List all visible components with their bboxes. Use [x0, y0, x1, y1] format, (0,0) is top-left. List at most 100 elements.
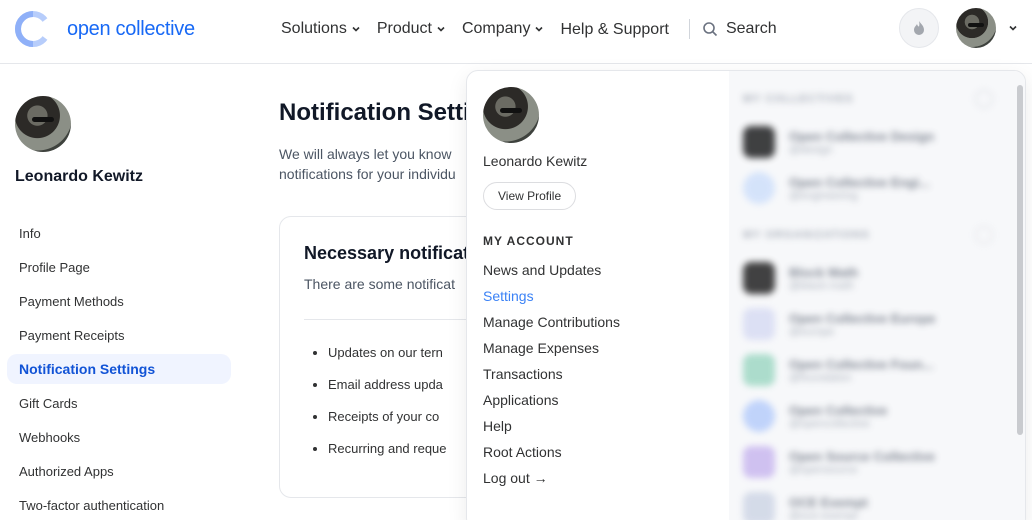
notifications-button[interactable]: [899, 8, 939, 48]
nav-solutions[interactable]: Solutions: [281, 20, 361, 38]
menu-item-help[interactable]: Help: [483, 413, 620, 439]
organization-slug: @opencollective: [789, 417, 870, 430]
collective-avatar-icon: [743, 126, 775, 158]
main-nav: Solutions Product Company Help & Support…: [281, 18, 777, 39]
chevron-down-icon: [535, 26, 544, 32]
sidebar-item-notification-settings[interactable]: Notification Settings: [7, 354, 231, 384]
menu-item-manage-contributions[interactable]: Manage Contributions: [483, 309, 620, 335]
organization-name: OCE Exempt: [789, 494, 868, 510]
sidebar-item-authorized-apps[interactable]: Authorized Apps: [7, 456, 231, 486]
collective-name: Open Collective Design: [789, 128, 935, 144]
card-description: There are some notificat: [304, 276, 455, 292]
organization-slug: @oce-exempt: [789, 509, 858, 520]
nav-product[interactable]: Product: [377, 20, 446, 38]
my-collectives-heading-label: MY COLLECTIVES: [743, 93, 854, 105]
card-title: Necessary notificat: [304, 243, 470, 263]
sidebar-item-payment-receipts[interactable]: Payment Receipts: [7, 320, 231, 350]
organization-slug: @foundation: [789, 371, 852, 384]
open-collective-logo-icon: [14, 10, 52, 48]
necessary-notifications-list: Updates on our tern Email address upda R…: [328, 345, 447, 473]
organization-slug: @black-math: [789, 279, 854, 292]
logo[interactable]: open collective: [14, 10, 195, 48]
user-menu-button[interactable]: [956, 8, 1018, 48]
menu-item-manage-expenses[interactable]: Manage Expenses: [483, 335, 620, 361]
blurred-collectives-list: MY COLLECTIVES Open Collective Design @d…: [743, 89, 993, 520]
organization-item[interactable]: Open Collective Foun... @foundation: [743, 347, 993, 393]
organization-slug: @opensource: [789, 463, 858, 476]
organization-slug: @europe: [789, 325, 835, 338]
collective-avatar-icon: [743, 172, 775, 204]
sidebar-item-profile-page[interactable]: Profile Page: [7, 252, 231, 282]
collectives-panel: MY COLLECTIVES Open Collective Design @d…: [729, 71, 1025, 520]
nav-company[interactable]: Company: [462, 20, 544, 38]
menu-item-news-updates[interactable]: News and Updates: [483, 257, 620, 283]
my-organizations-heading-label: MY ORGANIZATIONS: [743, 229, 870, 241]
organization-avatar-icon: [743, 308, 775, 340]
nav-solutions-label: Solutions: [281, 19, 347, 37]
profile-avatar: [15, 96, 71, 152]
organization-name: Open Source Collective: [789, 448, 935, 464]
menu-item-root-actions[interactable]: Root Actions: [483, 439, 620, 465]
organization-avatar-icon: [743, 492, 775, 520]
nav-product-label: Product: [376, 19, 432, 37]
dropdown-avatar: [483, 87, 539, 143]
collective-name: Open Collective Engi...: [789, 174, 930, 190]
collective-slug: @design: [789, 143, 833, 156]
list-item: Recurring and reque: [328, 441, 447, 473]
my-account-heading: MY ACCOUNT: [483, 234, 574, 248]
search-label: Search: [725, 19, 777, 37]
flame-icon: [914, 21, 924, 35]
list-item: Email address upda: [328, 377, 447, 409]
organization-item[interactable]: Open Collective @opencollective: [743, 393, 993, 439]
nav-company-label: Company: [461, 19, 531, 37]
collective-item[interactable]: Open Collective Design @design: [743, 119, 993, 165]
account-panel: Leonardo Kewitz View Profile MY ACCOUNT …: [467, 71, 729, 520]
organization-avatar-icon: [743, 262, 775, 294]
chevron-down-icon: [1009, 25, 1017, 31]
organization-name: Open Collective: [789, 402, 888, 418]
page-title: Notification Setti: [279, 99, 470, 126]
top-navbar: open collective Solutions Product Compan…: [0, 0, 1032, 64]
list-item: Receipts of your co: [328, 409, 447, 441]
sidebar-item-gift-cards[interactable]: Gift Cards: [7, 388, 231, 418]
avatar: [956, 8, 996, 48]
user-dropdown-menu: Leonardo Kewitz View Profile MY ACCOUNT …: [466, 70, 1026, 520]
nav-help-support[interactable]: Help & Support: [560, 21, 669, 39]
my-collectives-heading: MY COLLECTIVES: [743, 89, 993, 109]
menu-item-log-out[interactable]: Log out →: [483, 465, 620, 491]
dropdown-scrollbar[interactable]: [1017, 85, 1023, 435]
search-icon: [703, 21, 718, 36]
organization-item[interactable]: Open Collective Europe @europe: [743, 301, 993, 347]
collective-slug: @engineering: [789, 189, 858, 202]
menu-item-transactions[interactable]: Transactions: [483, 361, 620, 387]
organization-item[interactable]: Open Source Collective @opensource: [743, 439, 993, 485]
profile-name: Leonardo Kewitz: [15, 168, 144, 185]
organization-item[interactable]: OCE Exempt @oce-exempt: [743, 485, 993, 520]
organization-item[interactable]: Block Math @black-math: [743, 255, 993, 301]
add-organization-icon[interactable]: [975, 226, 993, 244]
menu-item-settings[interactable]: Settings: [483, 283, 620, 309]
organization-avatar-icon: [743, 354, 775, 386]
sidebar-item-two-factor-authentication[interactable]: Two-factor authentication: [7, 490, 231, 520]
logo-text: open collective: [67, 17, 195, 40]
chevron-down-icon: [437, 26, 445, 32]
menu-item-applications[interactable]: Applications: [483, 387, 620, 413]
organization-name: Block Math: [789, 264, 859, 280]
add-collective-icon[interactable]: [975, 90, 993, 108]
search-button[interactable]: Search: [702, 20, 777, 38]
list-item: Updates on our tern: [328, 345, 447, 377]
nav-divider: [688, 18, 690, 39]
account-menu: News and Updates Settings Manage Contrib…: [483, 257, 620, 491]
my-organizations-heading: MY ORGANIZATIONS: [743, 225, 993, 245]
view-profile-button[interactable]: View Profile: [483, 182, 577, 210]
sidebar-item-webhooks[interactable]: Webhooks: [7, 422, 231, 452]
collective-item[interactable]: Open Collective Engi... @engineering: [743, 165, 993, 211]
settings-menu: Info Profile Page Payment Methods Paymen…: [7, 218, 231, 520]
chevron-down-icon: [352, 26, 360, 32]
organization-avatar-icon: [743, 400, 775, 432]
sidebar-item-payment-methods[interactable]: Payment Methods: [7, 286, 231, 316]
organization-avatar-icon: [743, 446, 775, 478]
sidebar-item-info[interactable]: Info: [7, 218, 231, 248]
organization-name: Open Collective Europe: [789, 310, 936, 326]
dropdown-user-name: Leonardo Kewitz: [483, 153, 588, 169]
